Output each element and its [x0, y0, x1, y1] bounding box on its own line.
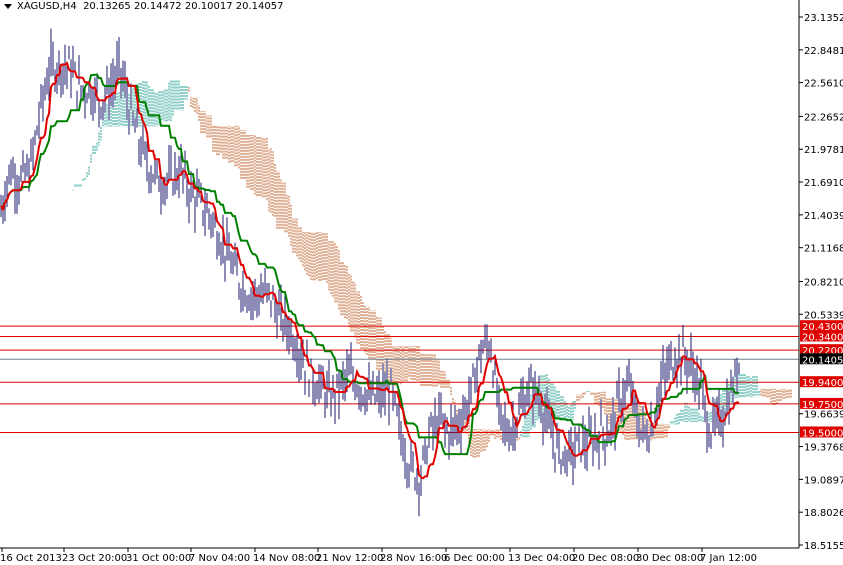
x-tick-label: 13 Dec 04:00 — [508, 553, 575, 564]
level-price-tag: 19.50000 — [802, 428, 843, 439]
symbol-label: XAGUSD,H4 — [17, 1, 77, 12]
level-price-tag: 20.34000 — [802, 332, 843, 343]
y-tick-label: 23.13520 — [804, 13, 843, 24]
price-bars — [0, 28, 740, 517]
kijun-sen-line — [0, 73, 739, 456]
y-tick-label: 20.53390 — [804, 310, 843, 321]
x-tick-label: 23 Oct 20:00 — [62, 553, 127, 564]
y-tick-label: 21.69100 — [804, 178, 843, 189]
ichimoku-cloud — [72, 80, 792, 458]
y-tick-label: 19.37680 — [804, 443, 843, 454]
x-tick-label: 7 Jan 12:00 — [700, 553, 757, 564]
y-tick-label: 22.26520 — [804, 112, 843, 123]
y-tick-label: 18.51550 — [804, 541, 843, 552]
x-tick-label: 30 Dec 08:00 — [636, 553, 703, 564]
x-tick-label: 16 Oct 2013 — [0, 553, 62, 564]
level-price-tag: 19.75000 — [802, 400, 843, 411]
dropdown-triangle-icon[interactable] — [4, 3, 12, 9]
x-tick-label: 20 Dec 08:00 — [572, 553, 639, 564]
y-tick-label: 19.08970 — [804, 475, 843, 486]
x-tick-label: 28 Nov 16:00 — [380, 553, 447, 564]
x-tick-label: 21 Nov 12:00 — [316, 553, 383, 564]
x-tick-label: 31 Oct 00:00 — [126, 553, 191, 564]
x-tick-label: 14 Nov 08:00 — [253, 553, 320, 564]
y-tick-label: 21.11680 — [804, 244, 843, 255]
ohlc-readout: 20.13265 20.14472 20.10017 20.14057 — [83, 1, 284, 12]
level-price-tag: 19.94000 — [802, 378, 843, 389]
chart-window[interactable]: 23.13520 22.84810 22.56100 22.26520 21.97810… — [0, 0, 843, 565]
x-tick-label: 7 Nov 04:00 — [189, 553, 250, 564]
x-tick-label: 6 Dec 00:00 — [444, 553, 505, 564]
y-tick-label: 21.97810 — [804, 145, 843, 156]
current-price-tag: 20.14057 — [802, 355, 843, 366]
y-tick-label: 22.84810 — [804, 46, 843, 57]
y-tick-label: 21.40390 — [804, 211, 843, 222]
y-tick-label: 22.56100 — [804, 79, 843, 90]
chart-title: XAGUSD,H4 20.13265 20.14472 20.10017 20.… — [4, 1, 283, 12]
y-tick-label: 19.66390 — [804, 410, 843, 421]
price-chart[interactable]: 23.13520 22.84810 22.56100 22.26520 21.97810… — [0, 0, 843, 565]
y-tick-label: 20.82100 — [804, 277, 843, 288]
y-tick-label: 18.80260 — [804, 508, 843, 519]
